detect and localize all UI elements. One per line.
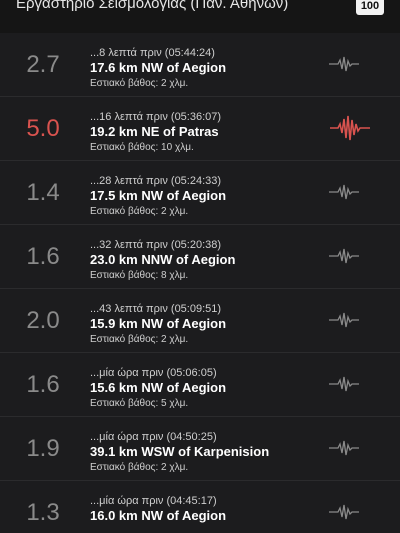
- depth-label: Εστιακό βάθος: 8 χλμ.: [90, 270, 189, 281]
- magnitude-value: 2.0: [26, 307, 60, 334]
- location-label: 15.6 km NW of Aegion: [90, 380, 227, 395]
- earthquake-row[interactable]: 1.3 ...μία ώρα πριν (04:45:17) 16.0 km N…: [0, 481, 400, 533]
- magnitude-value: 2.7: [26, 51, 60, 78]
- earthquake-row[interactable]: 1.6 ...32 λεπτά πριν (05:20:38) 23.0 km …: [0, 225, 400, 289]
- seismograph-icon: [329, 182, 359, 202]
- seismograph-icon: [329, 502, 359, 522]
- depth-label: Εστιακό βάθος: 2 χλμ.: [90, 334, 189, 345]
- time-label: ...μία ώρα πριν (05:06:05): [90, 367, 217, 379]
- magnitude-value: 1.4: [26, 179, 60, 206]
- seismograph-icon: [329, 438, 359, 458]
- location-label: 17.6 km NW of Aegion: [90, 60, 227, 75]
- earthquake-row[interactable]: 2.0 ...43 λεπτά πριν (05:09:51) 15.9 km …: [0, 289, 400, 353]
- time-label: ...28 λεπτά πριν (05:24:33): [90, 175, 222, 187]
- magnitude-value: 1.6: [26, 371, 60, 398]
- earthquake-row[interactable]: 1.9 ...μία ώρα πριν (04:50:25) 39.1 km W…: [0, 417, 400, 481]
- app-screen: Εργαστήριο Σεισμολογίας (Παν. Αθηνών) 10…: [0, 0, 400, 533]
- magnitude-value: 1.9: [26, 435, 60, 462]
- seismograph-icon: [329, 246, 359, 266]
- seismograph-icon: [330, 114, 370, 142]
- time-label: ...43 λεπτά πριν (05:09:51): [90, 303, 222, 315]
- depth-label: Εστιακό βάθος: 2 χλμ.: [90, 206, 189, 217]
- seismograph-icon: [329, 310, 359, 330]
- time-label: ...μία ώρα πριν (04:50:25): [90, 431, 217, 443]
- depth-label: Εστιακό βάθος: 10 χλμ.: [90, 142, 194, 153]
- page-title: Εργαστήριο Σεισμολογίας (Παν. Αθηνών): [16, 0, 289, 12]
- earthquake-row[interactable]: 1.4 ...28 λεπτά πριν (05:24:33) 17.5 km …: [0, 161, 400, 225]
- time-label: ...μία ώρα πριν (04:45:17): [90, 495, 217, 507]
- seismograph-icon: [329, 374, 359, 394]
- magnitude-value: 1.3: [26, 499, 60, 526]
- earthquake-row[interactable]: 1.6 ...μία ώρα πριν (05:06:05) 15.6 km N…: [0, 353, 400, 417]
- location-label: 23.0 km NNW of Aegion: [90, 252, 236, 267]
- earthquake-list[interactable]: 2.7 ...8 λεπτά πριν (05:44:24) 17.6 km N…: [0, 33, 400, 533]
- depth-label: Εστιακό βάθος: 5 χλμ.: [90, 398, 189, 409]
- location-label: 17.5 km NW of Aegion: [90, 188, 227, 203]
- depth-label: Εστιακό βάθος: 2 χλμ.: [90, 462, 189, 473]
- location-label: 16.0 km NW of Aegion: [90, 508, 227, 523]
- seismograph-icon: [329, 54, 359, 74]
- earthquake-row[interactable]: 2.7 ...8 λεπτά πριν (05:44:24) 17.6 km N…: [0, 33, 400, 97]
- location-label: 15.9 km NW of Aegion: [90, 316, 227, 331]
- magnitude-value: 5.0: [26, 115, 60, 142]
- location-label: 19.2 km NE of Patras: [90, 124, 219, 139]
- magnitude-value: 1.6: [26, 243, 60, 270]
- earthquake-row[interactable]: 5.0 ...16 λεπτά πριν (05:36:07) 19.2 km …: [0, 97, 400, 161]
- location-label: 39.1 km WSW of Karpenision: [90, 444, 270, 459]
- app-header: Εργαστήριο Σεισμολογίας (Παν. Αθηνών) 10…: [0, 0, 400, 22]
- time-label: ...8 λεπτά πριν (05:44:24): [90, 47, 215, 59]
- depth-label: Εστιακό βάθος: 2 χλμ.: [90, 78, 189, 89]
- time-label: ...16 λεπτά πριν (05:36:07): [90, 111, 222, 123]
- time-label: ...32 λεπτά πριν (05:20:38): [90, 239, 222, 251]
- count-badge[interactable]: 100: [356, 0, 384, 15]
